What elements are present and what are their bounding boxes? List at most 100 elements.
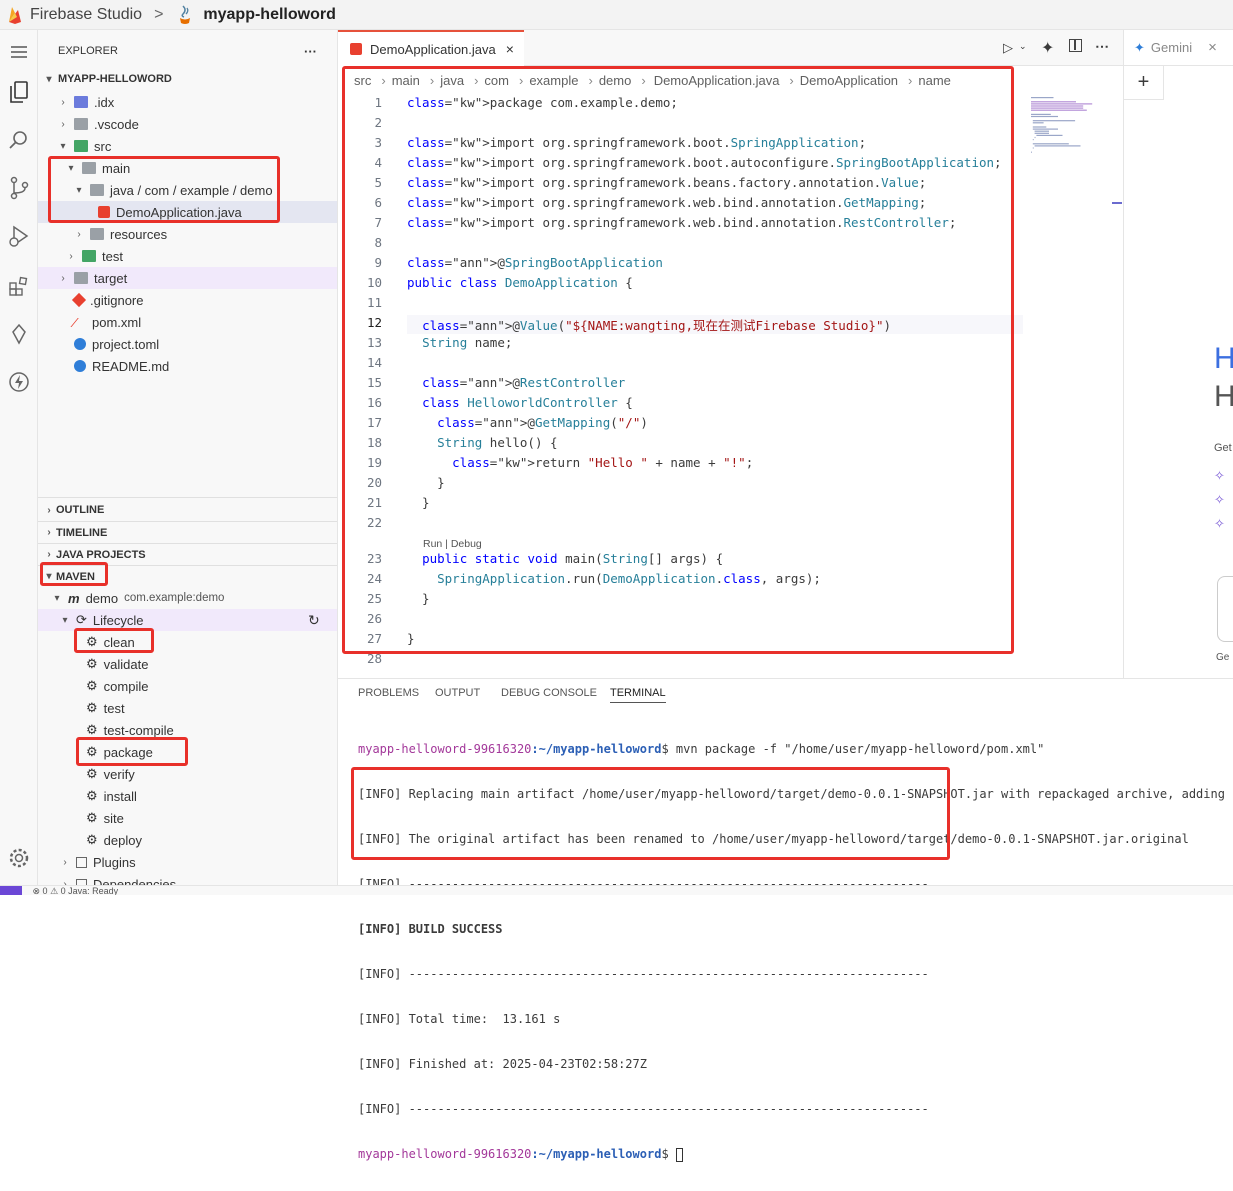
maven-phase-verify[interactable]: ⚙ verify bbox=[38, 763, 337, 785]
tree-item-package[interactable]: ▾ java / com / example / demo bbox=[38, 179, 337, 201]
explorer-icon[interactable] bbox=[3, 76, 35, 108]
breadcrumb-item[interactable]: java bbox=[440, 73, 464, 88]
explorer-more-icon[interactable]: ··· bbox=[304, 40, 334, 62]
breadcrumb-item[interactable]: src bbox=[354, 73, 371, 88]
folder-icon bbox=[74, 96, 88, 108]
new-chat-button[interactable]: + bbox=[1124, 66, 1164, 100]
terminal-output[interactable]: myapp-helloword-99616320:~/myapp-hellowo… bbox=[358, 713, 1233, 1191]
tree-item-gitignore[interactable]: .gitignore bbox=[38, 289, 337, 311]
line-number: 28 bbox=[366, 651, 382, 666]
sparkle-icon[interactable]: ✦ bbox=[1041, 38, 1054, 58]
line-number: 19 bbox=[366, 455, 382, 470]
source-control-icon[interactable] bbox=[3, 172, 35, 204]
maven-phase-validate[interactable]: ⚙ validate bbox=[38, 653, 337, 675]
tree-item-project-toml[interactable]: project.toml bbox=[38, 333, 337, 355]
split-editor-icon[interactable] bbox=[1069, 39, 1082, 52]
tab-terminal[interactable]: TERMINAL bbox=[610, 687, 666, 703]
breadcrumb-item[interactable]: DemoApplication.java bbox=[652, 73, 780, 88]
gemini-input[interactable] bbox=[1217, 576, 1233, 642]
java-file-icon bbox=[350, 43, 362, 55]
tree-item-main[interactable]: ▾ main bbox=[38, 157, 337, 179]
tree-item-demoapplication[interactable]: DemoApplication.java bbox=[38, 201, 337, 223]
code-area[interactable]: 1 class="kw">package com.example.demo; 2 3 c… bbox=[338, 94, 1038, 678]
terminal-line: [INFO] ---------------------------------… bbox=[358, 1102, 929, 1116]
run-icon[interactable]: ▷ bbox=[1003, 40, 1013, 56]
tree-item-label: .vscode bbox=[94, 116, 139, 132]
maven-dependencies[interactable]: › Dependencies bbox=[38, 873, 337, 885]
tree-item-resources[interactable]: › resources bbox=[38, 223, 337, 245]
firebase-logo-icon bbox=[9, 6, 21, 24]
maven-plugins[interactable]: › Plugins bbox=[38, 851, 337, 873]
gear-icon: ⚙ bbox=[86, 788, 98, 803]
tree-item-pom[interactable]: ⁄ pom.xml bbox=[38, 311, 337, 333]
firebase-studio-icon[interactable] bbox=[3, 318, 35, 350]
close-icon[interactable]: × bbox=[1208, 39, 1217, 56]
outline-section[interactable]: › OUTLINE bbox=[38, 499, 337, 521]
maven-phase-site[interactable]: ⚙ site bbox=[38, 807, 337, 829]
prompt-symbol: $ bbox=[661, 1147, 676, 1161]
maven-phase-install[interactable]: ⚙ install bbox=[38, 785, 337, 807]
explorer-root[interactable]: ▾ MYAPP-HELLOWORD bbox=[38, 68, 337, 90]
tab-demoapplication[interactable]: DemoApplication.java × bbox=[338, 30, 524, 66]
folder-src-icon bbox=[74, 140, 88, 152]
line-number: 12 bbox=[366, 315, 382, 330]
brand-name[interactable]: Firebase Studio bbox=[30, 6, 142, 24]
gemini-tab-label: Gemini bbox=[1150, 40, 1193, 55]
tab-problems[interactable]: PROBLEMS bbox=[358, 687, 419, 699]
maven-phase-deploy[interactable]: ⚙ deploy bbox=[38, 829, 337, 851]
breadcrumb-item[interactable]: com bbox=[484, 73, 509, 88]
maven-phase-package[interactable]: ⚙ package bbox=[38, 741, 337, 763]
maven-phase-test[interactable]: ⚙ test bbox=[38, 697, 337, 719]
minimap-line bbox=[1032, 120, 1076, 122]
breadcrumb-item[interactable]: DemoApplication bbox=[800, 73, 898, 88]
tree-item-test[interactable]: › test bbox=[38, 245, 337, 267]
tree-item-idx[interactable]: › .idx bbox=[38, 91, 337, 113]
minimap-line bbox=[1031, 109, 1087, 111]
tab-label: DemoApplication.java bbox=[370, 41, 496, 57]
gemini-tab[interactable]: ✦ Gemini × bbox=[1124, 30, 1233, 66]
settings-gear-icon[interactable] bbox=[3, 842, 35, 874]
tree-item-vscode[interactable]: › .vscode bbox=[38, 113, 337, 135]
tree-item-target[interactable]: › target bbox=[38, 267, 337, 289]
tree-item-src[interactable]: ▾ src bbox=[38, 135, 337, 157]
sync-icon: ⟳ bbox=[76, 612, 87, 627]
minimap[interactable] bbox=[1028, 94, 1118, 678]
breadcrumb-item[interactable]: example bbox=[529, 73, 578, 88]
title-separator: > bbox=[154, 5, 164, 23]
java-projects-section[interactable]: › JAVA PROJECTS bbox=[38, 543, 337, 565]
code-line: public class DemoApplication { bbox=[407, 275, 633, 290]
suggestion-sparkle-icon[interactable]: ✧ bbox=[1214, 468, 1225, 484]
menu-icon[interactable] bbox=[3, 36, 35, 68]
extensions-icon[interactable] bbox=[3, 270, 35, 302]
tab-debug-console[interactable]: DEBUG CONSOLE bbox=[501, 687, 597, 699]
run-debug-codelens[interactable]: Run | Debug bbox=[423, 538, 482, 550]
lightning-icon[interactable] bbox=[3, 366, 35, 398]
close-icon[interactable]: × bbox=[506, 41, 514, 57]
breadcrumb-item[interactable]: main bbox=[392, 73, 420, 88]
remote-indicator-icon[interactable] bbox=[0, 886, 22, 895]
breadcrumb-item[interactable]: name bbox=[918, 73, 951, 88]
line-number: 9 bbox=[374, 255, 382, 270]
line-number: 22 bbox=[366, 515, 382, 530]
chevron-down-icon[interactable]: ⌄ bbox=[1019, 41, 1027, 52]
minimap-line bbox=[1032, 147, 1034, 149]
breadcrumb-item[interactable]: demo bbox=[599, 73, 632, 88]
maven-section[interactable]: ▾ MAVEN bbox=[38, 565, 337, 587]
more-icon[interactable]: ⋯ bbox=[1095, 38, 1109, 55]
maven-phase-clean[interactable]: ⚙ clean bbox=[38, 631, 337, 653]
refresh-icon[interactable]: ↻ bbox=[308, 612, 320, 629]
maven-lifecycle[interactable]: ▾ ⟳ Lifecycle ↻ bbox=[38, 609, 337, 631]
maven-phase-test-compile[interactable]: ⚙ test-compile bbox=[38, 719, 337, 741]
search-icon[interactable] bbox=[3, 124, 35, 156]
tree-item-readme[interactable]: README.md bbox=[38, 355, 337, 377]
maven-phase-compile[interactable]: ⚙ compile bbox=[38, 675, 337, 697]
suggestion-sparkle-icon[interactable]: ✧ bbox=[1214, 516, 1225, 532]
status-text[interactable]: ⊗ 0 ⚠ 0 Java: Ready bbox=[33, 886, 119, 895]
maven-project[interactable]: ▾ m demo com.example:demo bbox=[38, 587, 337, 609]
project-name[interactable]: myapp-helloword bbox=[203, 6, 335, 24]
tab-output[interactable]: OUTPUT bbox=[435, 687, 480, 699]
gemini-get-text: Get bbox=[1214, 442, 1232, 454]
timeline-section[interactable]: › TIMELINE bbox=[38, 521, 337, 543]
suggestion-sparkle-icon[interactable]: ✧ bbox=[1214, 492, 1225, 508]
run-debug-icon[interactable] bbox=[3, 220, 35, 252]
